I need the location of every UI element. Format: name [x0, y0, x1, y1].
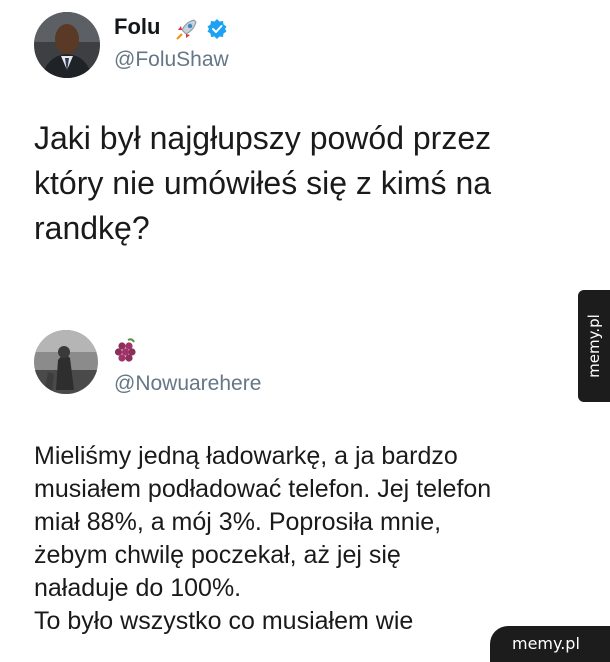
memy-watermark-corner: memy.pl [490, 626, 610, 662]
tweet-text-answer: Mieliśmy jedną ładowarkę, a ja bardzo mu… [34, 440, 594, 638]
memy-watermark-side: memy.pl [578, 290, 610, 402]
tweet-text-line: musiałem podładować telefon. Jej telefon [34, 475, 492, 503]
avatar-nowuarehere[interactable] [34, 330, 98, 394]
tweet-text-line: Mieliśmy jedną ładowarkę, a ja bardzo [34, 442, 458, 470]
watermark-text: memy.pl [585, 314, 603, 378]
handle-nowuarehere[interactable]: @Nowuarehere [114, 372, 261, 396]
tweet-text-line: żebym chwilę poczekał, aż jej się [34, 541, 401, 569]
rocket-icon [176, 19, 197, 40]
grapes-icon [114, 338, 136, 362]
display-name[interactable]: Folu [114, 14, 160, 40]
watermark-text: memy.pl [512, 634, 580, 653]
tweet-text-line: Jaki był najgłupszy powód przez [34, 120, 492, 156]
tweet-text-line: który nie umówiłeś się z kimś na [34, 165, 492, 201]
tweet-text-line: randkę? [34, 210, 150, 246]
handle-folu[interactable]: @FoluShaw [114, 48, 229, 72]
tweet-text-question: Jaki był najgłupszy powód przez który ni… [34, 116, 574, 251]
verified-badge-icon [207, 19, 227, 39]
tweet-folu: Folu @FoluShaw Jaki był najgłupszy powód… [0, 0, 610, 300]
avatar-folu[interactable] [34, 12, 100, 78]
tweet-text-line: miał 88%, a mój 3%. Poprosiła mnie, [34, 508, 442, 536]
tweet-text-line: naładuje do 100%. [34, 574, 242, 602]
